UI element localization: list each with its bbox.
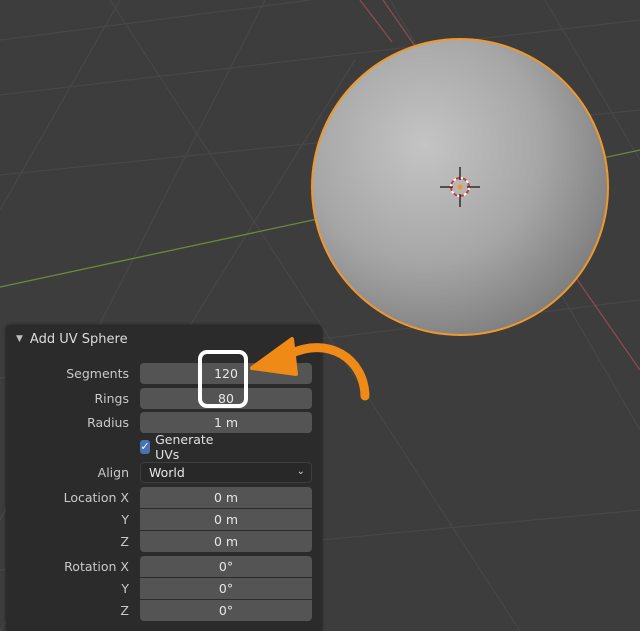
generate-uvs-checkbox[interactable]: ✓ (140, 440, 151, 454)
radius-label: Radius (87, 414, 129, 430)
rings-label: Rings (94, 390, 129, 406)
rotation-z-field[interactable]: 0° (140, 599, 312, 621)
location-x-label: Location X (63, 489, 129, 505)
rotation-y-field[interactable]: 0° (140, 577, 312, 599)
location-x-field[interactable]: 0 m (140, 486, 312, 508)
checkmark-icon: ✓ (140, 440, 150, 453)
triangle-down-icon[interactable]: ▼ (16, 334, 23, 344)
generate-uvs-checkbox-wrap[interactable]: ✓ Generate UVs (140, 432, 217, 462)
generate-uvs-label: Generate UVs (155, 432, 214, 462)
location-z-field[interactable]: 0 m (140, 530, 312, 552)
location-y-field[interactable]: 0 m (140, 508, 312, 530)
align-dropdown[interactable]: World ⌄ (140, 461, 312, 483)
rotation-z-label: Z (120, 602, 129, 618)
segments-label: Segments (66, 365, 129, 381)
location-z-label: Z (120, 533, 129, 549)
align-value: World (149, 464, 185, 480)
rotation-x-label: Rotation X (64, 558, 129, 574)
chevron-down-icon: ⌄ (296, 465, 305, 477)
panel-title: Add UV Sphere (29, 331, 128, 347)
location-y-label: Y (121, 511, 129, 527)
rotation-x-field[interactable]: 0° (140, 555, 312, 577)
annotation-arrow-icon (250, 337, 370, 401)
radius-field[interactable]: 1 m (140, 411, 312, 433)
align-label: Align (97, 464, 129, 480)
rotation-y-label: Y (121, 580, 129, 596)
